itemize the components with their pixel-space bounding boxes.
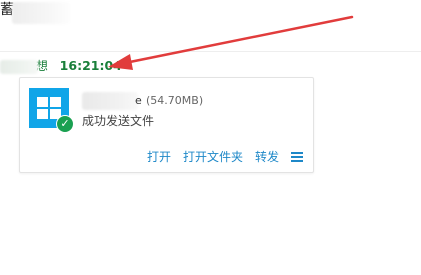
file-name-tail: e — [135, 94, 142, 107]
contact-name-redacted — [12, 2, 70, 24]
file-transfer-card: ✓ e (54.70MB) 成功发送文件 打开 打开文件夹 转发 — [19, 77, 314, 173]
file-actions: 打开 打开文件夹 转发 — [147, 148, 303, 165]
menu-icon[interactable] — [291, 151, 303, 162]
open-folder-button[interactable]: 打开文件夹 — [183, 148, 243, 165]
file-size: (54.70MB) — [146, 94, 204, 107]
transfer-status: 成功发送文件 — [82, 114, 155, 128]
file-name-redacted — [82, 92, 138, 110]
forward-button[interactable]: 转发 — [255, 148, 279, 165]
sender-name-redacted — [0, 59, 38, 74]
open-button[interactable]: 打开 — [147, 148, 171, 165]
check-icon: ✓ — [56, 115, 74, 133]
red-arrow-annotation — [108, 15, 354, 70]
